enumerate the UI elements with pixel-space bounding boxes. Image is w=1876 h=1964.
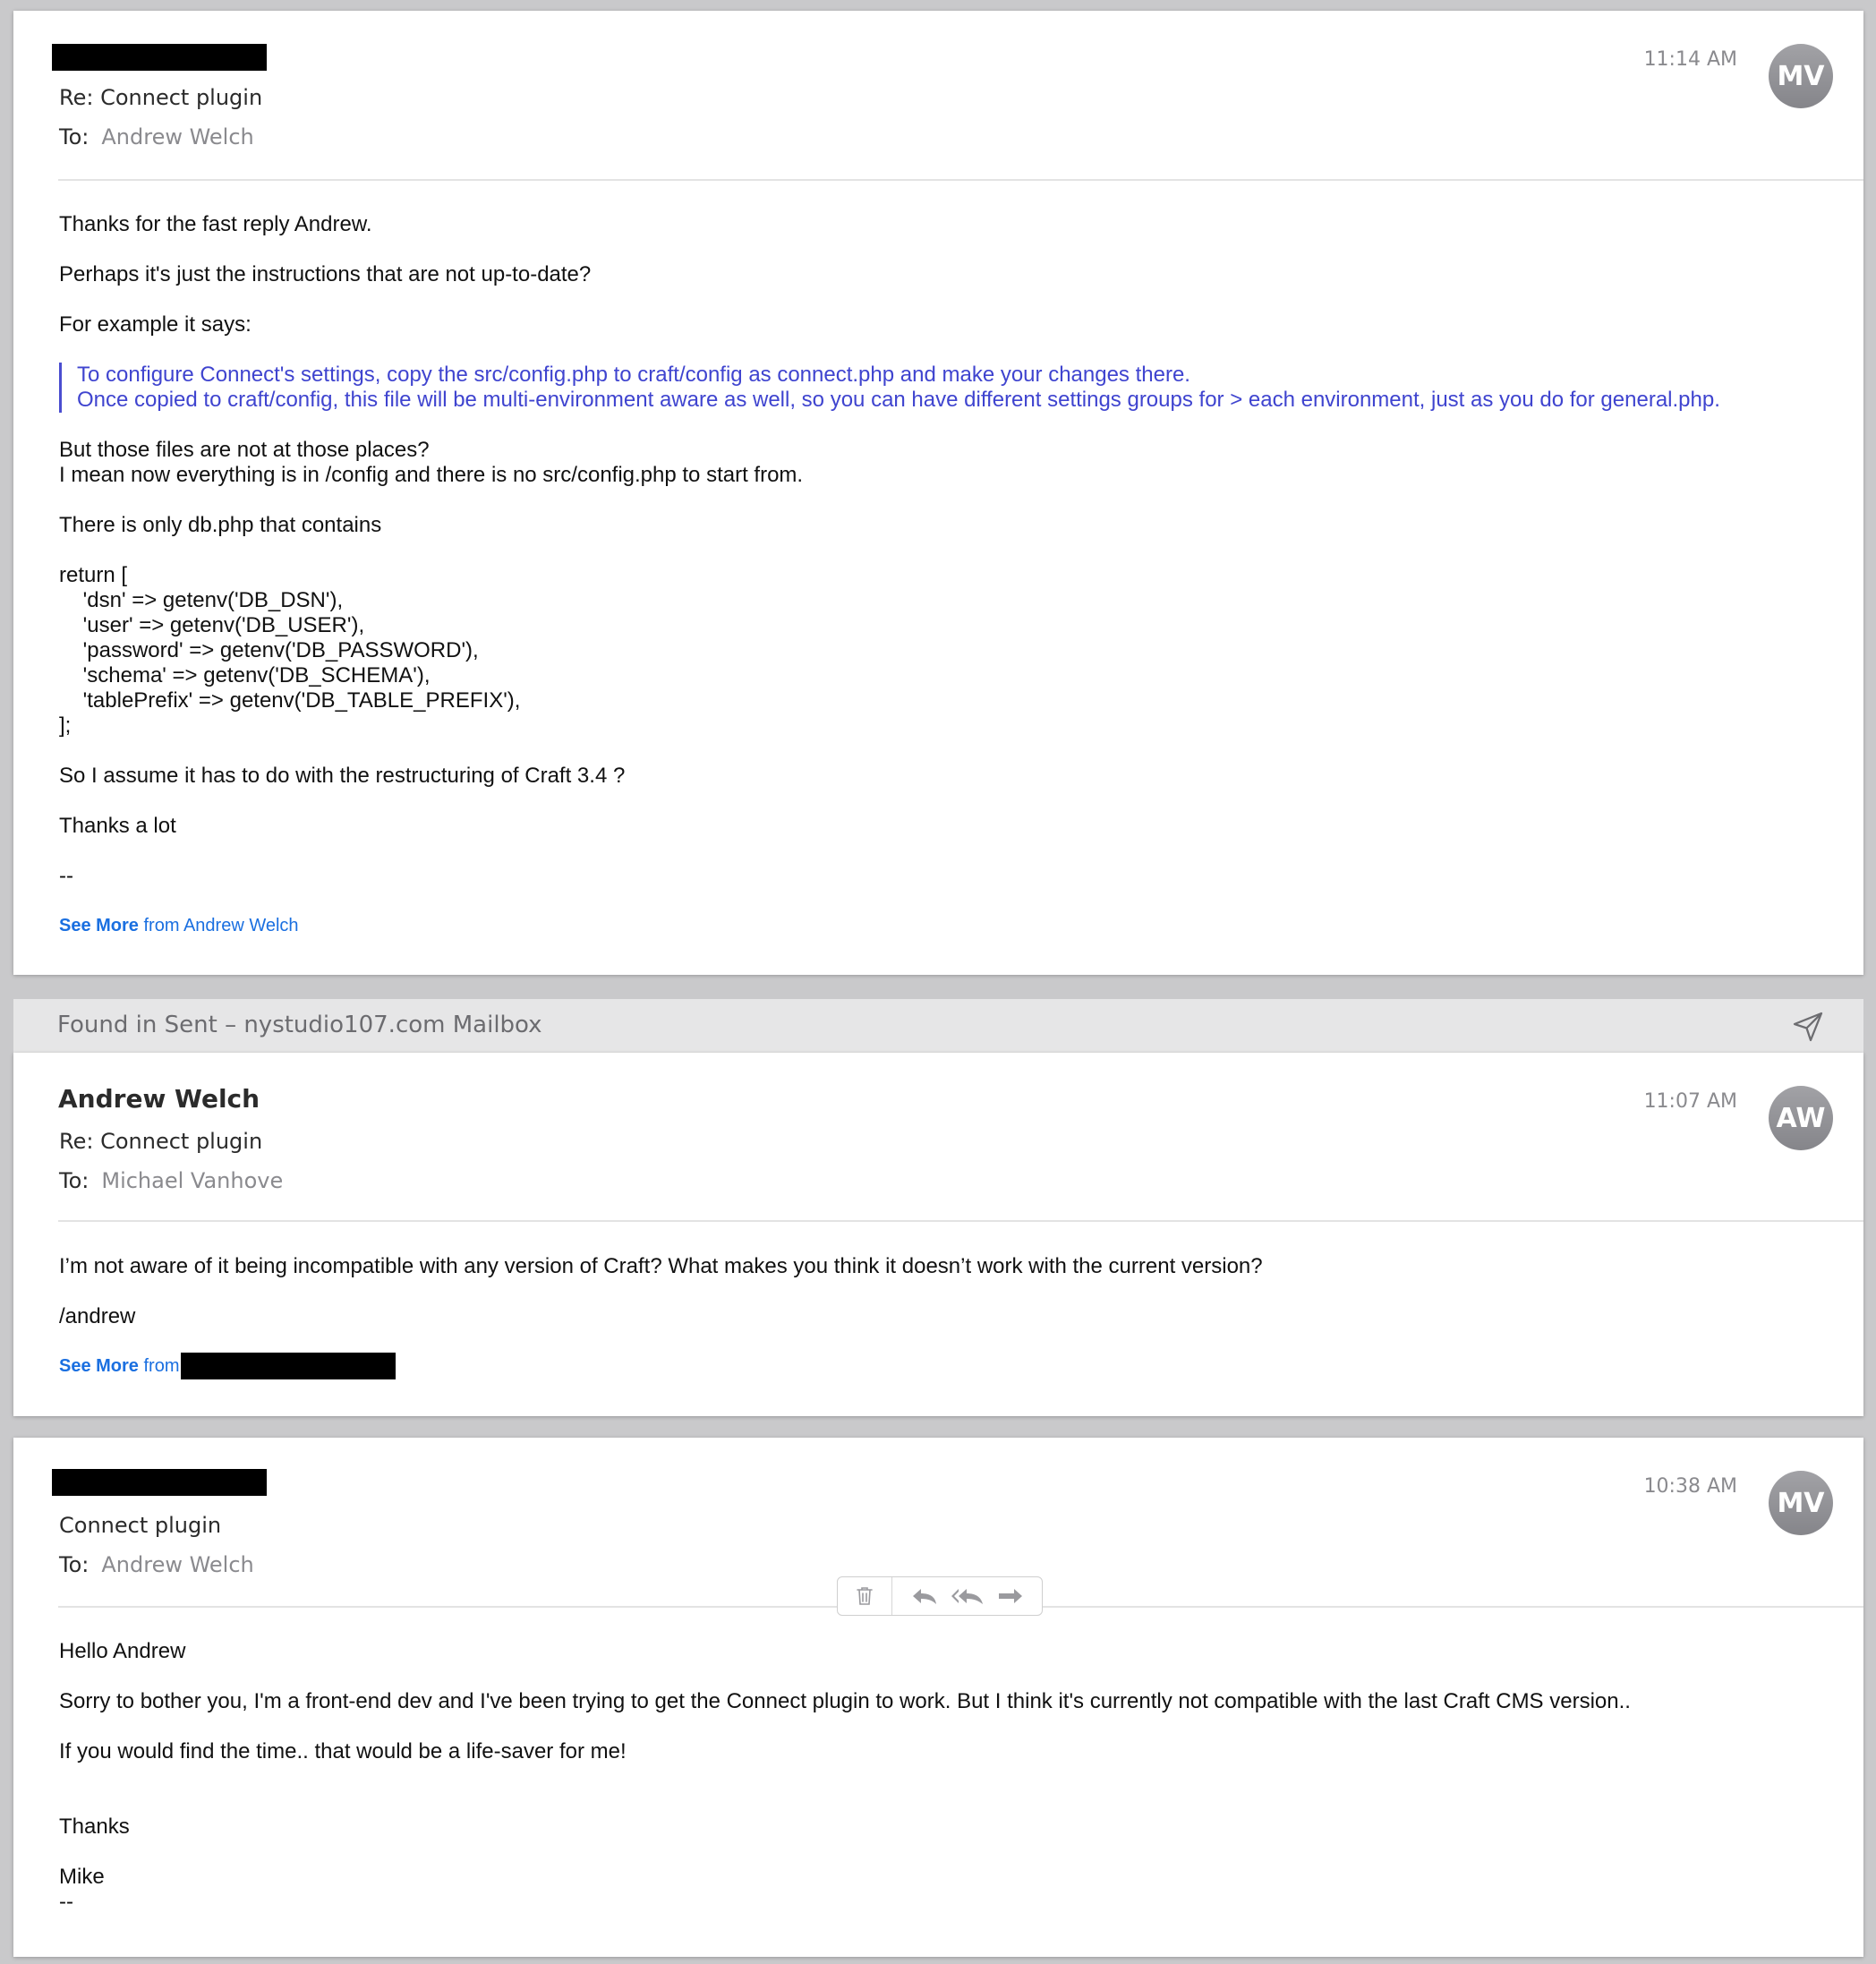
- see-more-from: from: [143, 1356, 180, 1376]
- quote-line: Once copied to craft/config, this file w…: [77, 388, 1720, 412]
- recipient-name[interactable]: Andrew Welch: [101, 1552, 253, 1577]
- body-paragraph: But those files are not at those places?: [59, 438, 430, 462]
- message-body: I’m not aware of it being incompatible w…: [59, 1254, 1831, 1329]
- body-paragraph: I’m not aware of it being incompatible w…: [59, 1254, 1263, 1278]
- message-subject: Re: Connect plugin: [59, 85, 263, 110]
- redacted-sender-name: [52, 44, 267, 71]
- mailbox-banner: Found in Sent – nystudio107.com Mailbox: [13, 999, 1863, 1054]
- body-paragraph: Thanks a lot: [59, 814, 176, 838]
- body-paragraph: /andrew: [59, 1304, 136, 1328]
- redacted-sender-name: [52, 1469, 267, 1496]
- paper-plane-icon[interactable]: [1792, 1011, 1824, 1043]
- header-divider: [58, 179, 1863, 181]
- header-divider: [58, 1220, 1863, 1222]
- see-more-label: See More: [59, 916, 139, 935]
- code-line: 'password' => getenv('DB_PASSWORD'),: [59, 638, 479, 662]
- see-more-label: See More: [59, 1356, 139, 1376]
- to-label: To:: [59, 1552, 90, 1577]
- delete-button[interactable]: [838, 1577, 892, 1615]
- reply-icon[interactable]: [910, 1585, 939, 1607]
- recipient-line: To: Michael Vanhove: [59, 1168, 283, 1193]
- body-paragraph: Thanks: [59, 1815, 130, 1839]
- recipient-name[interactable]: Andrew Welch: [101, 124, 253, 149]
- code-line: 'user' => getenv('DB_USER'),: [59, 613, 365, 637]
- code-line: 'schema' => getenv('DB_SCHEMA'),: [59, 663, 431, 687]
- avatar: MV: [1769, 44, 1833, 108]
- message-time: 11:14 AM: [1643, 48, 1737, 71]
- mailbox-banner-text: Found in Sent – nystudio107.com Mailbox: [57, 1012, 542, 1038]
- signature-separator: --: [59, 864, 73, 888]
- message-body: Hello Andrew Sorry to bother you, I'm a …: [59, 1639, 1831, 1915]
- avatar: MV: [1769, 1471, 1833, 1535]
- body-paragraph: Perhaps it's just the instructions that …: [59, 262, 592, 286]
- signature-separator: --: [59, 1890, 73, 1914]
- body-paragraph: Thanks for the fast reply Andrew.: [59, 212, 372, 236]
- sender-name[interactable]: Andrew Welch: [58, 1084, 260, 1114]
- block-quote: To configure Connect's settings, copy th…: [59, 363, 1831, 413]
- body-paragraph: Hello Andrew: [59, 1639, 186, 1663]
- body-paragraph: If you would find the time.. that would …: [59, 1739, 627, 1763]
- code-line: 'dsn' => getenv('DB_DSN'),: [59, 588, 344, 612]
- recipient-line: To: Andrew Welch: [59, 1552, 254, 1577]
- message-time: 10:38 AM: [1643, 1475, 1737, 1498]
- message-card-1: 11:14 AM MV Re: Connect plugin To: Andrew…: [13, 11, 1863, 975]
- body-paragraph: There is only db.php that contains: [59, 513, 382, 537]
- recipient-line: To: Andrew Welch: [59, 124, 254, 149]
- see-more-link[interactable]: See More from: [59, 1356, 180, 1377]
- code-line: 'tablePrefix' => getenv('DB_TABLE_PREFIX…: [59, 688, 521, 713]
- body-paragraph: Mike: [59, 1865, 105, 1889]
- body-paragraph: For example it says:: [59, 312, 252, 337]
- code-line: ];: [59, 713, 72, 738]
- to-label: To:: [59, 1168, 90, 1193]
- avatar: AW: [1769, 1086, 1833, 1150]
- reply-all-icon[interactable]: [950, 1585, 985, 1607]
- body-paragraph: So I assume it has to do with the restru…: [59, 764, 626, 788]
- to-label: To:: [59, 124, 90, 149]
- trash-icon: [857, 1587, 873, 1605]
- message-time: 11:07 AM: [1643, 1090, 1737, 1113]
- code-block: return [ 'dsn' => getenv('DB_DSN'), 'use…: [59, 563, 1831, 739]
- message-action-toolbar: [837, 1576, 1043, 1616]
- redacted-sender-email: [181, 1353, 396, 1379]
- message-body: Thanks for the fast reply Andrew. Perhap…: [59, 212, 1831, 889]
- body-paragraph: I mean now everything is in /config and …: [59, 463, 804, 487]
- code-line: return [: [59, 563, 128, 587]
- see-more-from: from Andrew Welch: [143, 916, 299, 935]
- see-more-link[interactable]: See More from Andrew Welch: [59, 916, 299, 936]
- body-paragraph: Sorry to bother you, I'm a front-end dev…: [59, 1689, 1631, 1713]
- forward-icon[interactable]: [996, 1585, 1025, 1607]
- message-card-3: 10:38 AM MV Connect plugin To: Andrew Wel…: [13, 1438, 1863, 1957]
- message-subject: Re: Connect plugin: [59, 1129, 263, 1154]
- recipient-name[interactable]: Michael Vanhove: [101, 1168, 283, 1193]
- quote-line: To configure Connect's settings, copy th…: [77, 363, 1190, 387]
- message-card-2: Andrew Welch 11:07 AM AW Re: Connect plu…: [13, 1053, 1863, 1416]
- reply-actions: [892, 1577, 1042, 1615]
- message-subject: Connect plugin: [59, 1513, 222, 1538]
